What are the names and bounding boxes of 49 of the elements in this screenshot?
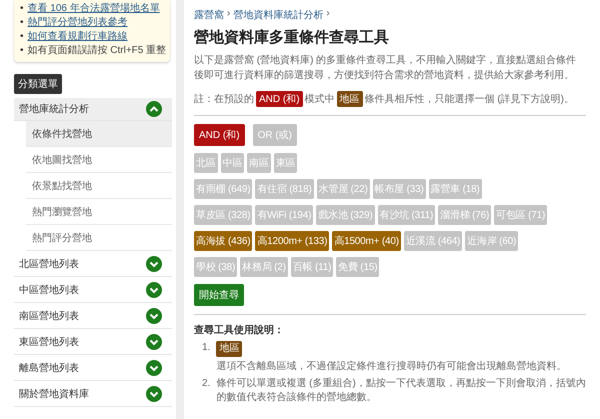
note-text: 註：在預設的 — [194, 92, 254, 106]
tip-text: 如有頁面錯誤請按 Ctrl+F5 重整 — [28, 44, 166, 58]
bullet: • — [20, 2, 24, 16]
chevron-down-icon[interactable] — [146, 282, 162, 298]
help-text: 選項不含離島區域，不過僅設定條件進行搜尋時仍有可能會出現離島營地資料。 — [216, 360, 566, 374]
submenu-item[interactable]: 熱門瀏覽營地 — [26, 199, 172, 225]
chevron-up-icon[interactable] — [146, 101, 162, 117]
breadcrumb-link[interactable]: 營地資料庫統計分析 — [233, 8, 324, 22]
help-heading: 查尋工具使用說明： — [194, 324, 285, 337]
chevron-down-icon[interactable] — [146, 334, 162, 350]
mode-badge: AND (和) — [256, 91, 303, 107]
submenu-item[interactable]: 熱門評分營地 — [26, 225, 172, 251]
breadcrumb-separator: › — [326, 8, 330, 21]
note-text: 條件具相斥性，只能選擇一個 (詳見下方說明)。 — [364, 92, 574, 106]
menu-item[interactable]: 中區營地列表 — [19, 282, 79, 296]
chevron-down-icon[interactable] — [146, 308, 162, 324]
bullet: • — [20, 30, 24, 44]
chevron-down-icon[interactable] — [146, 386, 162, 402]
area-badge: 地區 — [336, 91, 363, 107]
menu-item[interactable]: 北區營地列表 — [19, 256, 79, 270]
chevron-down-icon[interactable] — [146, 360, 162, 376]
note-text: 模式中 — [304, 92, 335, 106]
filter-tag[interactable]: 高1500m+ (40) — [332, 231, 401, 251]
area-badge: 地區 — [216, 341, 242, 357]
breadcrumb-separator: › — [227, 8, 230, 21]
bullet: • — [20, 16, 24, 30]
chevron-down-icon[interactable] — [146, 256, 162, 272]
list-number: 2. — [202, 377, 210, 391]
list-number: 1. — [202, 341, 210, 355]
bullet: • — [20, 44, 24, 58]
help-text: 條件可以單選或複選 (多重組合)，點按一下代表選取，再點按一下則會取消，括號內的數值代表符合該條件的營地總數。 — [216, 377, 586, 405]
page-title: 營地資料庫多重條件查尋工具 — [194, 28, 390, 47]
intro-text: 以下是露營窩 (營地資料庫) 的多重條件查尋工具，不用輸入關鍵字，直接點選組合條件後即可進行資料庫的篩選搜尋，方便找到符合需求的營地資料，提供給大家參考利用。 — [194, 54, 578, 83]
menu-item[interactable]: 東區營地列表 — [19, 334, 79, 348]
mode-toggle[interactable]: AND (和) — [194, 124, 245, 146]
filter-tag[interactable]: 高1200m+ (133) — [255, 231, 330, 251]
submenu-item[interactable]: 依條件找營地 — [26, 121, 172, 147]
menu-item[interactable]: 關於營地資料庫 — [19, 386, 89, 400]
submenu-item[interactable]: 依景點找營地 — [26, 173, 172, 199]
tip-link[interactable]: 熱門評分營地列表參考 — [28, 16, 128, 30]
submenu-item[interactable]: 依地圖找營地 — [26, 147, 172, 173]
menu-heading: 分類選單 — [14, 74, 62, 94]
filter-tag[interactable]: 高海拔 (436) — [194, 231, 252, 251]
menu-item[interactable]: 離島營地列表 — [19, 360, 79, 374]
menu-item[interactable]: 南區營地列表 — [19, 308, 79, 322]
search-button[interactable]: 開始查尋 — [194, 284, 244, 306]
breadcrumb-link[interactable]: 露營窩 — [194, 8, 224, 22]
tip-link[interactable]: 查看 106 年合法露營場地名單 — [28, 2, 160, 16]
tip-link[interactable]: 如何查看規劃行車路線 — [28, 30, 128, 44]
